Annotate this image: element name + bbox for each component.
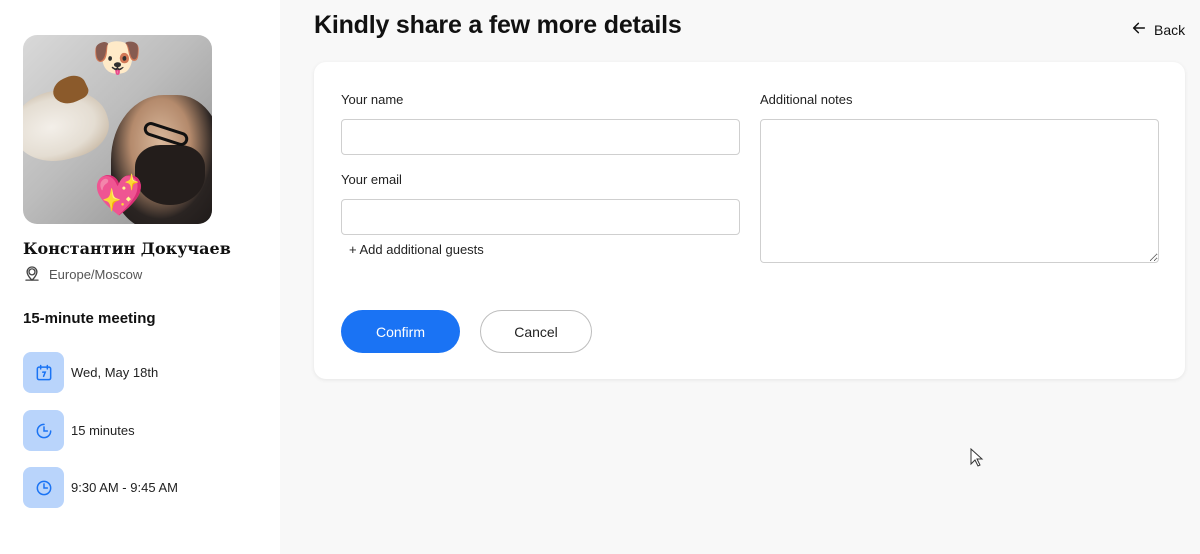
- details-form-card: Your name Your email + Add additional gu…: [314, 62, 1185, 379]
- cancel-button[interactable]: Cancel: [480, 310, 592, 353]
- email-input[interactable]: [341, 199, 740, 235]
- clock-icon: [23, 467, 64, 508]
- notes-label: Additional notes: [760, 92, 853, 107]
- mouse-cursor-icon: [970, 447, 984, 473]
- location-pin-icon: [23, 264, 41, 285]
- clock-icon: [23, 410, 64, 451]
- detail-duration-label: 15 minutes: [71, 423, 135, 438]
- confirm-button[interactable]: Confirm: [341, 310, 460, 353]
- host-name: Константин Докучаев: [23, 239, 231, 258]
- booking-sidebar: 🐶 💖 Константин Докучаев Europe/Moscow 15…: [0, 0, 280, 554]
- timezone-label: Europe/Moscow: [49, 267, 143, 282]
- timezone-row: Europe/Moscow: [23, 264, 142, 285]
- detail-date-label: Wed, May 18th: [71, 365, 159, 380]
- detail-date: Wed, May 18th: [23, 352, 158, 393]
- avatar-photo-beard: [135, 145, 205, 205]
- add-guests-link[interactable]: + Add additional guests: [349, 242, 484, 257]
- detail-duration: 15 minutes: [23, 410, 135, 451]
- email-label: Your email: [341, 172, 402, 187]
- arrow-left-icon: [1131, 20, 1147, 39]
- sparkling-heart-emoji-icon: 💖: [94, 174, 144, 218]
- name-label: Your name: [341, 92, 404, 107]
- detail-time: 9:30 AM - 9:45 AM: [23, 467, 178, 508]
- detail-time-label: 9:30 AM - 9:45 AM: [71, 480, 178, 495]
- back-label: Back: [1154, 21, 1186, 38]
- back-button[interactable]: Back: [1131, 20, 1185, 39]
- host-avatar: 🐶 💖: [23, 35, 212, 224]
- dog-emoji-icon: 🐶: [92, 36, 142, 80]
- name-input[interactable]: [341, 119, 740, 155]
- meeting-title: 15-minute meeting: [23, 310, 156, 327]
- page-title: Kindly share a few more details: [314, 11, 682, 39]
- calendar-icon: [23, 352, 64, 393]
- notes-textarea[interactable]: [760, 119, 1159, 263]
